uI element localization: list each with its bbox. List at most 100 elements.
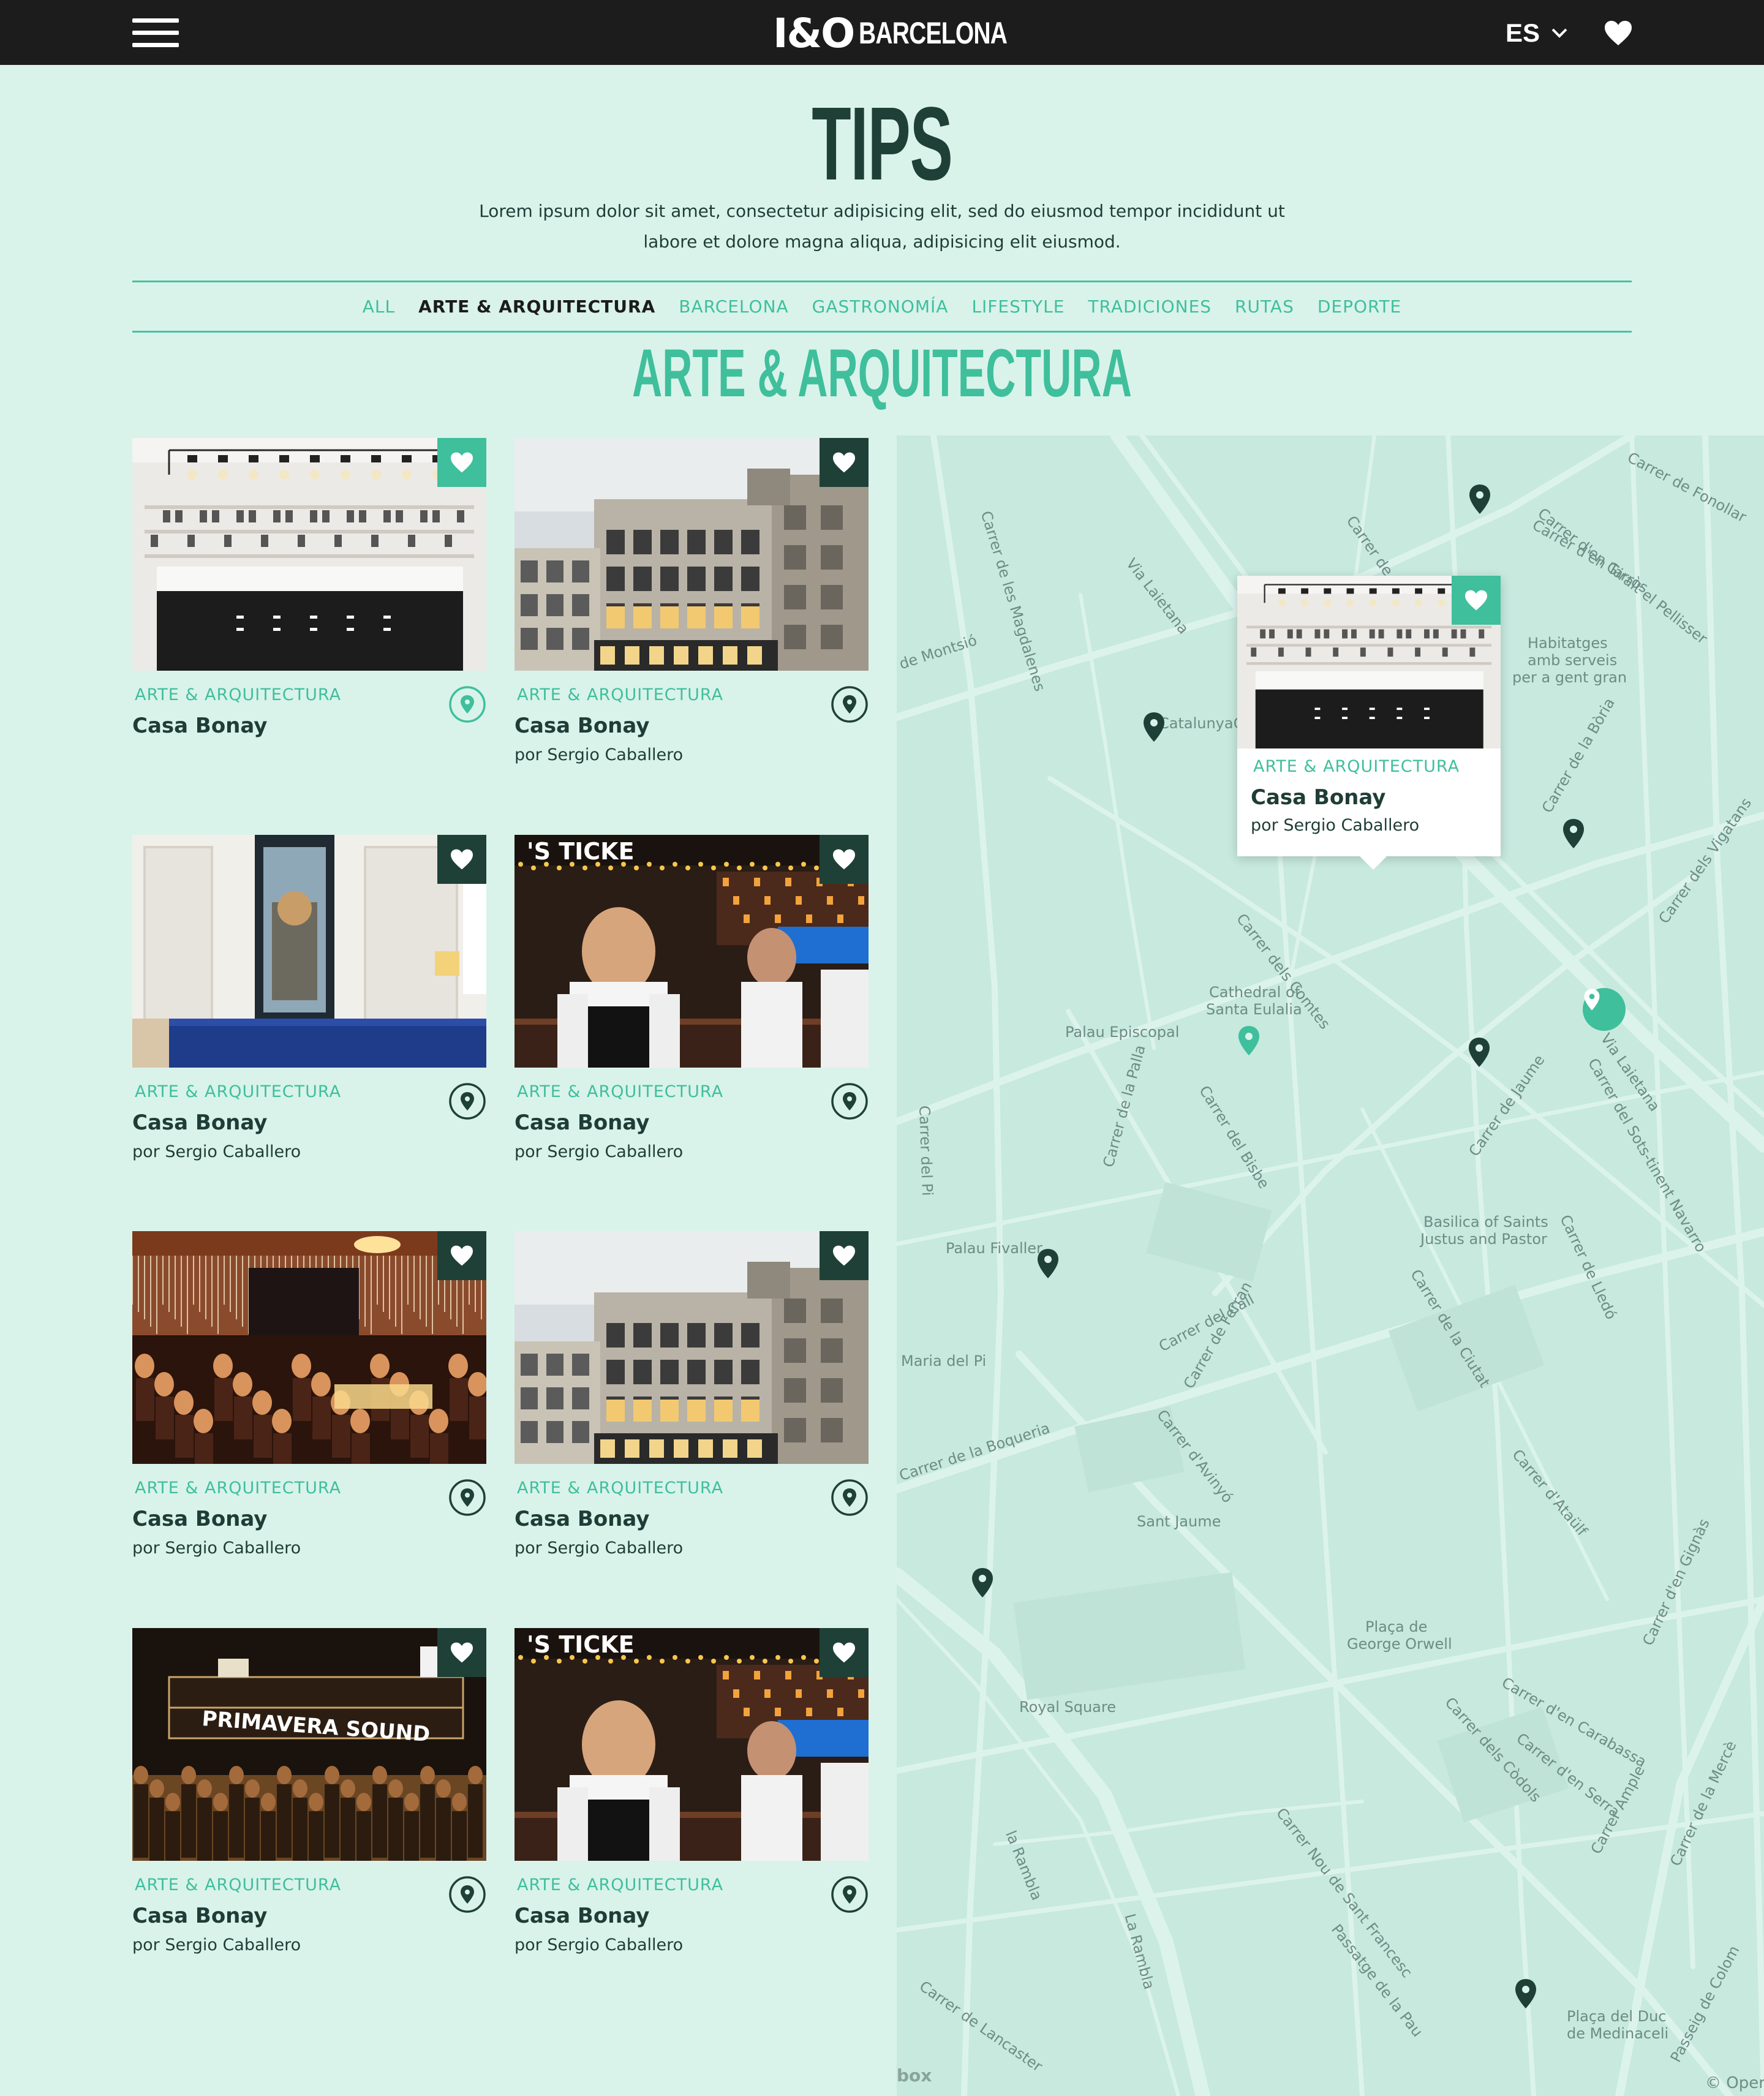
map-street-label: Justus and Pastor bbox=[1420, 1231, 1547, 1248]
ticket-sign-text: 'S TICKE bbox=[527, 1631, 635, 1658]
tip-card[interactable]: 'S TICKE ARTE & ARQUITECTURA Casa Bonay … bbox=[514, 1628, 869, 1971]
tip-category: ARTE & ARQUITECTURA bbox=[135, 1479, 342, 1498]
map-pin-selected-icon[interactable] bbox=[1583, 988, 1626, 1031]
map-street-label: Maria del Pi bbox=[901, 1352, 987, 1370]
heart-icon[interactable] bbox=[437, 1628, 486, 1677]
tip-name[interactable]: Casa Bonay bbox=[514, 714, 649, 738]
language-selector[interactable]: ES bbox=[1506, 17, 1568, 49]
map-pin-icon[interactable] bbox=[448, 1875, 486, 1913]
category-filter-bar: ALL ARTE & ARQUITECTURA BARCELONA GASTRONOM… bbox=[132, 281, 1632, 332]
tip-card[interactable]: PRIMAVERA SOUND ARTE & ARQUITECTURA Casa… bbox=[132, 1628, 486, 1971]
map-pin-icon[interactable] bbox=[448, 685, 486, 723]
map-credit[interactable]: box bbox=[897, 2065, 932, 2086]
tip-photo[interactable]: 'S TICKE bbox=[514, 835, 869, 1068]
popup-pointer bbox=[1360, 856, 1387, 870]
map-street-label: Plaça de bbox=[1365, 1618, 1428, 1635]
filter-tab[interactable]: BARCELONA bbox=[679, 296, 788, 317]
map-pin-icon[interactable] bbox=[831, 685, 869, 723]
map-street-label: per a gent gran bbox=[1512, 669, 1627, 686]
heart-icon[interactable] bbox=[820, 438, 869, 487]
filter-tab[interactable]: GASTRONOMÍA bbox=[812, 296, 949, 317]
tip-card[interactable]: ARTE & ARQUITECTURA Casa Bonay por Sergi… bbox=[132, 835, 486, 1178]
map-pin-icon[interactable] bbox=[831, 1082, 869, 1120]
tip-card[interactable]: ARTE & ARQUITECTURA Casa Bonay bbox=[132, 438, 486, 781]
map-popup-card[interactable]: ARTE & ARQUITECTURA Casa Bonay por Sergi… bbox=[1237, 576, 1501, 870]
tip-name[interactable]: Casa Bonay bbox=[132, 714, 267, 738]
map-pin-icon[interactable] bbox=[1142, 711, 1166, 743]
heart-icon[interactable] bbox=[437, 1231, 486, 1280]
map-pin-icon[interactable] bbox=[448, 1082, 486, 1120]
tip-name[interactable]: Casa Bonay bbox=[132, 1904, 267, 1928]
popup-name[interactable]: Casa Bonay bbox=[1251, 785, 1385, 810]
tip-photo[interactable] bbox=[132, 835, 486, 1068]
map-pin-icon[interactable] bbox=[1468, 483, 1492, 515]
filter-tab[interactable]: TRADICIONES bbox=[1088, 296, 1212, 317]
tip-card[interactable]: ARTE & ARQUITECTURA Casa Bonay por Sergi… bbox=[514, 438, 869, 781]
heart-icon[interactable] bbox=[437, 438, 486, 487]
tip-photo[interactable]: PRIMAVERA SOUND bbox=[132, 1628, 486, 1861]
tip-category: ARTE & ARQUITECTURA bbox=[135, 685, 342, 704]
tip-photo[interactable] bbox=[132, 438, 486, 671]
tip-author: por Sergio Caballero bbox=[514, 1142, 684, 1161]
map-pin-icon[interactable] bbox=[831, 1479, 869, 1517]
heart-icon[interactable] bbox=[1604, 20, 1633, 47]
map-pin-icon[interactable] bbox=[448, 1479, 486, 1517]
menu-icon[interactable] bbox=[132, 18, 179, 48]
tip-author: por Sergio Caballero bbox=[514, 745, 684, 764]
map-street-label: Palau Episcopal bbox=[1065, 1023, 1180, 1041]
map-street-label: de Medinaceli bbox=[1567, 2025, 1669, 2042]
tip-photo[interactable] bbox=[514, 1231, 869, 1464]
heart-icon[interactable] bbox=[820, 835, 869, 884]
tip-author: por Sergio Caballero bbox=[132, 1539, 301, 1558]
tip-name[interactable]: Casa Bonay bbox=[514, 1904, 649, 1928]
top-bar: I&O BARCELONA ES bbox=[0, 0, 1764, 65]
heart-icon[interactable] bbox=[437, 835, 486, 884]
map-pin-icon[interactable] bbox=[831, 1875, 869, 1913]
map-pin-icon[interactable] bbox=[970, 1567, 995, 1599]
tip-name[interactable]: Casa Bonay bbox=[514, 1110, 649, 1135]
filter-tab[interactable]: RUTAS bbox=[1235, 296, 1294, 317]
map-street-label: amb serveis bbox=[1528, 652, 1618, 669]
filter-tab[interactable]: DEPORTE bbox=[1317, 296, 1401, 317]
language-label: ES bbox=[1506, 18, 1540, 47]
tip-name[interactable]: Casa Bonay bbox=[514, 1507, 649, 1531]
heart-icon[interactable] bbox=[820, 1231, 869, 1280]
map-street-label: Cathedral of bbox=[1209, 984, 1300, 1001]
tip-card[interactable]: ARTE & ARQUITECTURA Casa Bonay por Sergi… bbox=[514, 1231, 869, 1574]
map-pin-icon[interactable] bbox=[1513, 1978, 1538, 2010]
heart-icon[interactable] bbox=[1452, 576, 1501, 625]
map-street-label: Santa Eulalia bbox=[1206, 1001, 1302, 1018]
map-attribution[interactable]: © Oper bbox=[1705, 2074, 1764, 2092]
heart-icon[interactable] bbox=[820, 1628, 869, 1677]
map-pin-icon[interactable] bbox=[1467, 1036, 1491, 1068]
divider bbox=[132, 331, 1632, 333]
tip-photo[interactable] bbox=[132, 1231, 486, 1464]
tip-card[interactable]: 'S TICKE ARTE & ARQUITECTURA Casa Bonay … bbox=[514, 835, 869, 1178]
filter-tab[interactable]: ALL bbox=[363, 296, 395, 317]
map-pin-icon[interactable] bbox=[1237, 1025, 1261, 1057]
tip-author: por Sergio Caballero bbox=[514, 1539, 684, 1558]
page-title: TIPS bbox=[812, 86, 953, 202]
tip-photo[interactable] bbox=[514, 438, 869, 671]
map-street-label: Carrer del Pi bbox=[916, 1105, 937, 1196]
map-street-label: Basilica of Saints bbox=[1423, 1213, 1548, 1231]
section-title: ARTE & ARQUITECTURA bbox=[632, 336, 1132, 411]
tip-name[interactable]: Casa Bonay bbox=[132, 1110, 267, 1135]
map-street-label: Sant Jaume bbox=[1137, 1513, 1221, 1530]
tip-card[interactable]: ARTE & ARQUITECTURA Casa Bonay por Sergi… bbox=[132, 1231, 486, 1574]
tip-author: por Sergio Caballero bbox=[132, 1936, 301, 1955]
map-pin-icon[interactable] bbox=[1561, 818, 1586, 850]
tip-category: ARTE & ARQUITECTURA bbox=[517, 1082, 724, 1101]
tip-name[interactable]: Casa Bonay bbox=[132, 1507, 267, 1531]
filter-tab[interactable]: ARTE & ARQUITECTURA bbox=[418, 296, 655, 317]
tip-category: ARTE & ARQUITECTURA bbox=[135, 1875, 342, 1894]
map-street-label: Royal Square bbox=[1019, 1698, 1116, 1716]
map-street-label: George Orwell bbox=[1347, 1635, 1452, 1653]
ticket-sign-text: 'S TICKE bbox=[527, 838, 635, 865]
map-pin-icon[interactable] bbox=[1036, 1248, 1060, 1280]
tip-category: ARTE & ARQUITECTURA bbox=[517, 685, 724, 704]
tip-category: ARTE & ARQUITECTURA bbox=[517, 1875, 724, 1894]
tip-photo[interactable]: 'S TICKE bbox=[514, 1628, 869, 1861]
logo[interactable]: I&O BARCELONA bbox=[773, 10, 1049, 57]
filter-tab[interactable]: LIFESTYLE bbox=[971, 296, 1065, 317]
